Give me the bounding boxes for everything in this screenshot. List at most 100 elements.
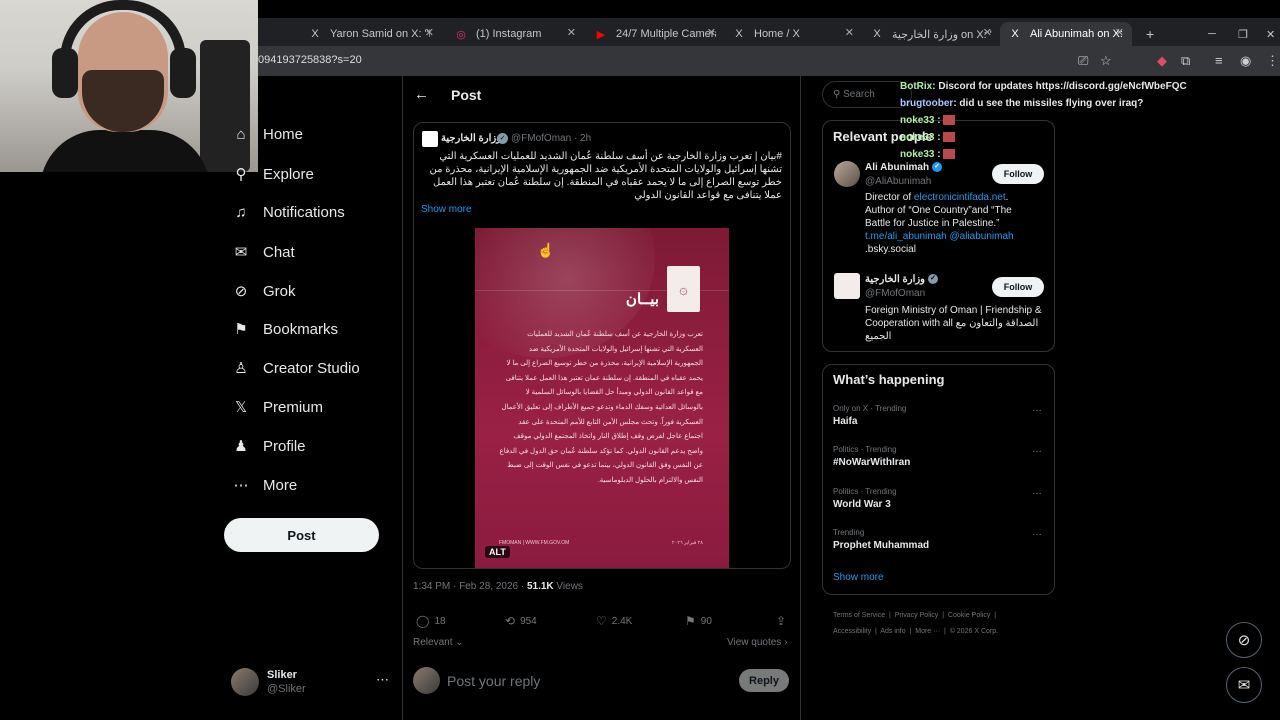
bookmark-star-icon[interactable]: ☆: [1100, 53, 1112, 69]
grok-fab[interactable]: ⊘: [1226, 622, 1262, 658]
oman-ministry-avatar[interactable]: [422, 131, 438, 147]
footer-link[interactable]: Cookie Policy: [948, 612, 990, 619]
more-icon[interactable]: ···: [1032, 529, 1042, 540]
nav-notifications[interactable]: ♫ Notifications: [232, 204, 344, 221]
url-text[interactable]: 094193725838?s=20: [258, 54, 362, 66]
restore-icon[interactable]: ❐: [1230, 22, 1250, 46]
show-more-link[interactable]: Show more: [421, 204, 472, 215]
minimize-icon[interactable]: ─: [1200, 22, 1220, 46]
person-handle[interactable]: @AliAbunimah: [865, 176, 931, 187]
nav-grok[interactable]: ⊘ Grok: [232, 282, 296, 301]
bio-link[interactable]: electronicintifada.net: [914, 192, 1006, 203]
share-action[interactable]: ⇪: [776, 614, 791, 628]
views-count: 51.1K: [526, 581, 554, 592]
post-timestamp: 1:34 PM · Feb 28, 2026 · 51.1K Views: [413, 581, 583, 592]
person-handle[interactable]: @FMofOman: [865, 288, 925, 299]
nav-profile[interactable]: ♟ Profile: [232, 437, 305, 456]
media-icon[interactable]: ≡: [1215, 53, 1223, 68]
more-icon[interactable]: ···: [1032, 405, 1042, 416]
nav-label: Chat: [263, 243, 295, 261]
tab-label: Ali Abunimah on X: "So h: [1030, 28, 1122, 40]
avatar: [231, 668, 259, 696]
view-quotes-link[interactable]: View quotes ›: [727, 637, 787, 648]
close-tab-icon[interactable]: ✕: [707, 26, 716, 39]
close-tab-icon[interactable]: ✕: [983, 26, 992, 39]
trend-name[interactable]: Haifa: [833, 416, 857, 427]
nav-more[interactable]: ⋯ More: [232, 476, 298, 495]
search-input[interactable]: ⚲ Search: [822, 81, 912, 108]
footer-link[interactable]: More ···: [915, 628, 940, 635]
bio-link[interactable]: t.me/ali_abunimah @aliabunimah: [865, 231, 1014, 242]
reply-sort-dropdown[interactable]: Relevant ⌄: [413, 637, 464, 648]
like-action[interactable]: ♡ 2.4K: [596, 614, 632, 628]
tab-label: Yaron Samid on X: "Kham: [330, 28, 430, 40]
follow-button[interactable]: Follow: [992, 277, 1044, 297]
browser-tab[interactable]: ◎ (1) Instagram ✕: [446, 22, 584, 46]
footer-link[interactable]: Privacy Policy: [895, 612, 939, 619]
extensions-puzzle-icon[interactable]: ⧉: [1181, 53, 1190, 69]
browser-menu-icon[interactable]: ⋮: [1266, 53, 1279, 69]
more-icon[interactable]: ···: [1032, 488, 1042, 499]
footer-link[interactable]: Terms of Service: [833, 612, 885, 619]
nav-label: Grok: [263, 282, 296, 300]
post-button[interactable]: Post: [224, 518, 379, 552]
close-tab-icon[interactable]: ✕: [425, 26, 434, 39]
statement-heading: بيــان: [625, 291, 659, 308]
person-name[interactable]: Ali Abunimah ✓: [865, 162, 943, 173]
more-icon[interactable]: ···: [1032, 446, 1042, 457]
bell-icon: ♫: [235, 204, 247, 221]
views-label: Views: [553, 581, 583, 592]
x-logo-icon: X: [735, 28, 743, 40]
new-tab-button[interactable]: +: [1138, 22, 1162, 46]
follow-button[interactable]: Follow: [992, 164, 1044, 184]
nav-chat[interactable]: ✉ Chat: [232, 243, 295, 262]
browser-tab[interactable]: X وزارة الخارجية on X: "#بيان ✕: [862, 22, 1000, 46]
more-icon[interactable]: ⋯: [376, 672, 389, 688]
browser-tab-active[interactable]: X Ali Abunimah on X: "So h ✕: [1000, 22, 1132, 46]
chat-text: :: [934, 132, 941, 143]
reply-input[interactable]: Post your reply: [447, 673, 540, 689]
statement-image[interactable]: ۞ بيــان تعرب وزارة الخارجية عن أسف سلطن…: [475, 228, 729, 568]
browser-tab[interactable]: X Yaron Samid on X: "Kham ✕: [300, 22, 442, 46]
nav-explore[interactable]: ⚲ Explore: [232, 165, 314, 184]
footer-link[interactable]: Ads info: [880, 628, 905, 635]
nav-home[interactable]: ⌂ Home: [232, 126, 303, 143]
nav-premium[interactable]: 𝕏 Premium: [232, 398, 324, 417]
alt-badge[interactable]: ALT: [485, 546, 510, 558]
extension-icon[interactable]: ◆: [1157, 53, 1167, 69]
close-tab-icon[interactable]: ✕: [1115, 26, 1124, 39]
avatar[interactable]: [834, 161, 860, 187]
trend-name[interactable]: #NoWarWithIran: [833, 457, 910, 468]
footer-link[interactable]: Accessibility: [833, 628, 871, 635]
show-more-link[interactable]: Show more: [833, 572, 884, 583]
reply-action[interactable]: ◯ 18: [416, 614, 446, 628]
instagram-icon: ◎: [456, 28, 466, 41]
nav-creator-studio[interactable]: ♙ Creator Studio: [232, 359, 359, 378]
trend-name[interactable]: Prophet Muhammad: [833, 540, 929, 551]
person-name-text: وزارة الخارجية: [865, 274, 925, 285]
nav-label: Premium: [263, 398, 324, 416]
cast-icon[interactable]: ⎚: [1078, 53, 1088, 69]
bookmark-action[interactable]: ⚑ 90: [685, 614, 712, 628]
nav-bookmarks[interactable]: ⚑ Bookmarks: [232, 320, 338, 339]
reply-button[interactable]: Reply: [739, 669, 789, 692]
close-tab-icon[interactable]: ✕: [845, 26, 854, 39]
close-tab-icon[interactable]: ✕: [567, 26, 576, 39]
close-window-icon[interactable]: ✕: [1258, 22, 1278, 46]
oman-ministry-avatar[interactable]: [834, 273, 860, 299]
browser-tab[interactable]: ▶ 24/7 Multiple Cameras in ✕: [586, 22, 724, 46]
repost-icon: ⟲: [505, 614, 516, 628]
trend-name[interactable]: World War 3: [833, 499, 891, 510]
person-name[interactable]: وزارة الخارجية ✓: [865, 274, 938, 285]
headphone-cup: [52, 48, 78, 98]
browser-tab[interactable]: X Home / X ✕: [724, 22, 862, 46]
search-icon: ⚲: [235, 166, 247, 183]
account-switcher[interactable]: Sliker @Sliker ⋯: [231, 668, 391, 700]
profile-avatar-icon[interactable]: ◉: [1240, 53, 1251, 69]
quoted-author-handle[interactable]: @FMofOman · 2h: [511, 133, 591, 144]
chat-text: : Discord for updates https://discord.gg…: [932, 81, 1187, 92]
back-arrow-icon[interactable]: ←: [414, 86, 429, 103]
repost-action[interactable]: ⟲ 954: [505, 614, 537, 628]
quoted-author-name[interactable]: وزارة الخارجية: [441, 133, 501, 144]
messages-fab[interactable]: ✉: [1226, 667, 1262, 703]
